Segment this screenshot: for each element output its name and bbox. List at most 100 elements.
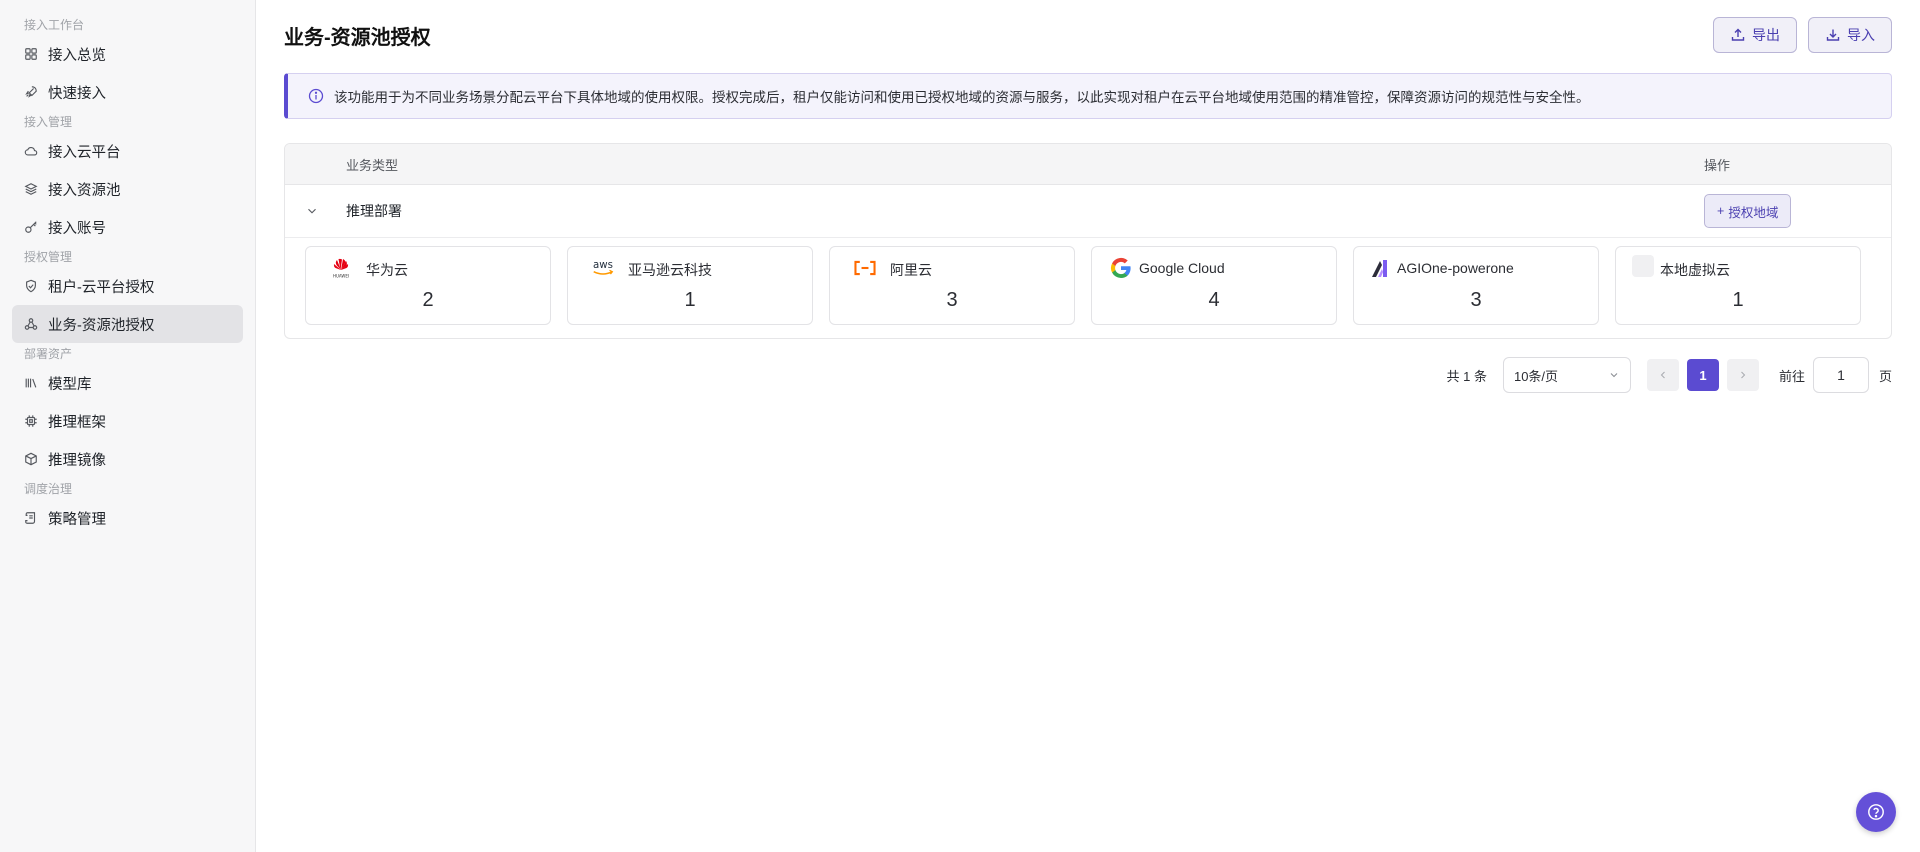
platform-card-google[interactable]: Google Cloud 4	[1091, 246, 1337, 325]
column-header-operation: 操作	[1704, 157, 1731, 173]
library-icon	[24, 376, 38, 390]
download-icon	[1825, 27, 1841, 43]
shield-check-icon	[24, 279, 38, 293]
cloud-icon	[24, 144, 38, 158]
info-notice: 该功能用于为不同业务场景分配云平台下具体地域的使用权限。授权完成后，租户仅能访问…	[284, 73, 1892, 119]
pagination-total: 共 1 条	[1446, 368, 1487, 384]
svg-text:aws: aws	[593, 260, 613, 271]
chip-icon	[24, 414, 38, 428]
local-cloud-logo-icon	[1632, 255, 1654, 277]
sidebar-item-access-pool[interactable]: 接入资源池	[12, 170, 243, 208]
google-logo-icon	[1108, 257, 1134, 279]
platform-count: 3	[946, 289, 958, 311]
sidebar-group-title: 接入管理	[24, 115, 73, 129]
platform-card-huawei[interactable]: HUAWEI 华为云 2	[305, 246, 551, 325]
sidebar-item-quick-access[interactable]: 快速接入	[12, 73, 243, 111]
sidebar-group-title: 调度治理	[24, 482, 73, 496]
sidebar-item-label: 接入账号	[48, 220, 106, 237]
layers-icon	[24, 182, 38, 196]
sidebar-group-title: 接入工作台	[24, 18, 85, 32]
sidebar-item-access-account[interactable]: 接入账号	[12, 208, 243, 246]
chevron-down-icon	[1608, 369, 1620, 381]
platform-count: 1	[1732, 289, 1744, 311]
row-business-name: 推理部署	[346, 203, 402, 219]
sidebar-item-label: 业务-资源池授权	[48, 317, 155, 334]
platform-card-agione[interactable]: AGIOne-powerone 3	[1353, 246, 1599, 325]
platform-card-local-cloud[interactable]: 本地虚拟云 1	[1615, 246, 1861, 325]
main-content: 业务-资源池授权 导出 导入 该功能用于为不同业务场景分配云平台下具体地域的使用…	[284, 0, 1892, 393]
column-header-business-type: 业务类型	[346, 157, 399, 173]
sidebar-item-business-pool-auth[interactable]: 业务-资源池授权	[12, 305, 243, 343]
import-button[interactable]: 导入	[1808, 17, 1892, 53]
upload-icon	[1730, 27, 1746, 43]
table-row: 推理部署 + 授权地域	[285, 185, 1891, 238]
prev-page-button[interactable]	[1646, 359, 1679, 391]
page-title: 业务-资源池授权	[284, 26, 431, 49]
table-header: 业务类型 操作	[285, 144, 1891, 185]
authorize-region-button[interactable]: + 授权地域	[1704, 194, 1792, 228]
info-icon	[308, 88, 324, 104]
agione-logo-icon	[1368, 257, 1394, 279]
next-page-button[interactable]	[1726, 359, 1759, 391]
page-unit-label: 页	[1878, 368, 1892, 384]
platform-card-aliyun[interactable]: 阿里云 3	[829, 246, 1075, 325]
sidebar-item-label: 快速接入	[48, 85, 106, 102]
page-size-select[interactable]: 10条/页	[1502, 357, 1631, 393]
sidebar-group-title: 部署资产	[24, 347, 73, 361]
platform-card-aws[interactable]: aws 亚马逊云科技 1	[567, 246, 813, 325]
chevron-left-icon	[1660, 371, 1665, 379]
aws-logo-icon: aws	[590, 257, 616, 279]
platform-count: 4	[1208, 289, 1220, 311]
platform-cards: HUAWEI 华为云 2 aws 亚马逊云科技 1 阿里云 3 Google C…	[285, 238, 1891, 325]
header-actions: 导出 导入	[1713, 17, 1892, 53]
chevron-down-icon[interactable]	[305, 204, 319, 218]
sidebar-item-inference-framework[interactable]: 推理框架	[12, 402, 243, 440]
sidebar-item-label: 接入资源池	[48, 182, 121, 199]
page-header: 业务-资源池授权 导出 导入	[284, 0, 1892, 70]
sidebar-item-label: 策略管理	[48, 511, 106, 528]
sidebar-item-access-cloud[interactable]: 接入云平台	[12, 132, 243, 170]
huawei-logo-icon: HUAWEI	[328, 257, 354, 279]
goto-page-input[interactable]	[1812, 357, 1869, 393]
network-icon	[24, 317, 38, 331]
sidebar-item-label: 模型库	[48, 376, 92, 393]
sidebar-item-label: 租户-云平台授权	[48, 279, 155, 296]
sidebar-item-label: 推理框架	[48, 414, 106, 431]
sidebar-item-model-library[interactable]: 模型库	[12, 364, 243, 402]
authorize-region-label: 授权地域	[1728, 205, 1779, 220]
platform-name: Google Cloud	[1139, 260, 1225, 276]
platform-name: 华为云	[366, 262, 408, 278]
sidebar-item-label: 接入云平台	[48, 144, 121, 161]
key-icon	[24, 220, 38, 234]
sidebar-item-access-overview[interactable]: 接入总览	[12, 35, 243, 73]
page-size-value: 10条/页	[1513, 368, 1559, 384]
sidebar-item-policy-management[interactable]: 策略管理	[12, 499, 243, 537]
export-label: 导出	[1752, 27, 1780, 43]
pagination: 共 1 条 10条/页 1 前往 页	[1446, 357, 1892, 393]
sidebar-item-inference-image[interactable]: 推理镜像	[12, 440, 243, 478]
platform-name: 阿里云	[890, 262, 932, 278]
help-button[interactable]	[1856, 792, 1896, 832]
platform-count: 3	[1470, 289, 1482, 311]
sidebar: 接入工作台 接入总览 快速接入 接入管理 接入云平台 接入资源池 接入账号 授权…	[0, 0, 256, 852]
sidebar-item-tenant-cloud-auth[interactable]: 租户-云平台授权	[12, 267, 243, 305]
scroll-icon	[24, 511, 38, 525]
page-number-button[interactable]: 1	[1686, 359, 1719, 391]
platform-name: AGIOne-powerone	[1397, 260, 1514, 276]
box-icon	[24, 452, 38, 466]
help-icon	[1868, 804, 1884, 820]
chevron-right-icon	[1741, 371, 1746, 379]
aliyun-logo-icon	[852, 257, 878, 279]
rocket-icon	[24, 85, 38, 99]
platform-count: 2	[422, 289, 434, 311]
goto-label: 前往	[1778, 368, 1805, 384]
platform-count: 1	[684, 289, 696, 311]
sidebar-item-label: 接入总览	[48, 47, 106, 64]
import-label: 导入	[1847, 27, 1875, 43]
platform-name: 亚马逊云科技	[628, 262, 712, 278]
business-auth-table: 业务类型 操作 推理部署 + 授权地域 HUAWEI 华为云 2 aws 亚马逊…	[284, 143, 1892, 339]
notice-text: 该功能用于为不同业务场景分配云平台下具体地域的使用权限。授权完成后，租户仅能访问…	[334, 90, 1590, 105]
export-button[interactable]: 导出	[1713, 17, 1797, 53]
sidebar-item-label: 推理镜像	[48, 452, 106, 469]
plus-icon: +	[1717, 204, 1725, 218]
